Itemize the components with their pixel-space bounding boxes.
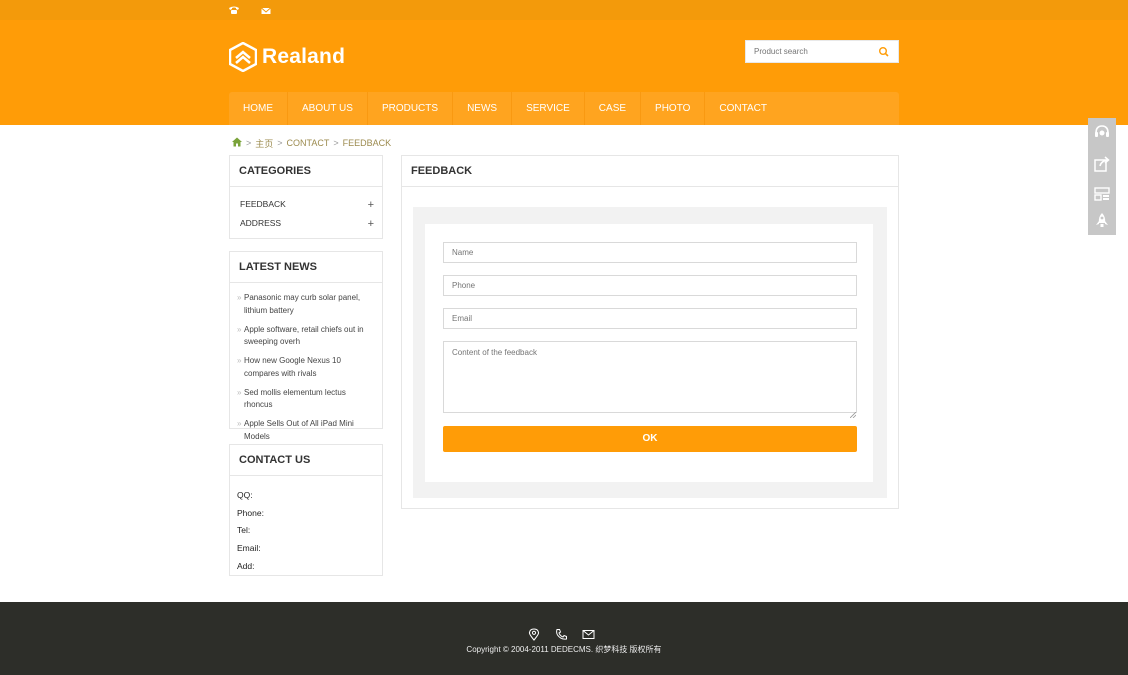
phone-input[interactable] [443, 275, 857, 296]
email-input[interactable] [443, 308, 857, 329]
latest-news-title: LATEST NEWS [230, 252, 382, 283]
contact-tel: Tel: [237, 525, 251, 536]
bullet-icon: » [237, 293, 242, 302]
news-item[interactable]: » How new Google Nexus 10 compares with r… [237, 355, 376, 380]
footer-icons [528, 628, 595, 641]
news-link[interactable]: Apple Sells Out of All iPad Mini Models [244, 419, 354, 441]
categories-title: CATEGORIES [230, 156, 382, 187]
submit-button[interactable]: OK [443, 426, 857, 452]
nav-item-case[interactable]: CASE [585, 92, 642, 125]
side-toolbar [1088, 118, 1116, 235]
search-icon[interactable] [878, 45, 892, 59]
breadcrumb: > 主页 > CONTACT > FEEDBACK [232, 137, 391, 149]
customer-service-icon[interactable] [1093, 123, 1111, 141]
search-box [745, 40, 899, 63]
breadcrumb-separator: > [246, 138, 252, 148]
categories-list: FEEDBACK + ADDRESS + [230, 187, 382, 234]
footer: Copyright © 2004-2011 DEDECMS. 织梦科技 版权所有 [0, 602, 1128, 675]
rocket-icon[interactable] [1093, 212, 1111, 230]
logo-text: Realand [262, 45, 346, 68]
nav-item-photo[interactable]: PHOTO [641, 92, 706, 125]
categories-box: CATEGORIES FEEDBACK + ADDRESS + [229, 155, 383, 239]
news-list: » Panasonic may curb solar panel, lithium… [230, 283, 382, 443]
qr-code-icon[interactable] [1093, 185, 1111, 203]
feedback-title: FEEDBACK [402, 156, 898, 187]
nav-item-service[interactable]: SERVICE [512, 92, 585, 125]
expand-plus-icon[interactable]: + [368, 217, 374, 231]
contact-list: QQ: Phone: Tel: Email: Add: [230, 476, 382, 576]
bullet-icon: » [237, 387, 242, 397]
mail-icon[interactable] [261, 3, 275, 17]
nav-item-home[interactable]: HOME [229, 92, 288, 125]
news-link[interactable]: Panasonic may curb solar panel, lithium … [244, 293, 360, 315]
content-textarea[interactable] [443, 341, 857, 413]
contact-us-box: CONTACT US QQ: Phone: Tel: Email: Add: [229, 444, 383, 576]
bullet-icon: » [237, 324, 242, 334]
breadcrumb-separator: > [333, 138, 339, 148]
news-item[interactable]: » Apple Sells Out of All iPad Mini Models [237, 418, 376, 443]
contact-us-title: CONTACT US [230, 445, 382, 476]
category-item-feedback[interactable]: FEEDBACK + [230, 196, 382, 215]
news-link[interactable]: Apple software, retail chiefs out in swe… [244, 325, 364, 347]
news-item[interactable]: » Panasonic may curb solar panel, lithium… [237, 292, 376, 317]
nav-item-products[interactable]: PRODUCTS [368, 92, 454, 125]
main-nav: HOME ABOUT US PRODUCTS NEWS SERVICE CASE… [229, 92, 899, 125]
home-icon[interactable] [232, 137, 242, 149]
news-link[interactable]: How new Google Nexus 10 compares with ri… [244, 356, 341, 378]
category-item-address[interactable]: ADDRESS + [230, 215, 382, 234]
name-input[interactable] [443, 242, 857, 263]
breadcrumb-home[interactable]: 主页 [255, 137, 273, 150]
share-icon[interactable] [1093, 155, 1111, 173]
category-label: ADDRESS [240, 218, 282, 228]
search-input[interactable] [746, 41, 874, 62]
contact-address: Add: [237, 560, 255, 571]
header: Realand HOME ABOUT US PRODUCTS NEWS SERV… [0, 20, 1128, 125]
contact-qq: QQ: [237, 490, 253, 500]
breadcrumb-feedback[interactable]: FEEDBACK [343, 138, 392, 148]
bullet-icon: » [237, 419, 242, 428]
feedback-form-wrapper: OK [413, 207, 887, 498]
contact-email: Email: [237, 543, 261, 554]
mail-icon[interactable] [582, 628, 595, 641]
phone-icon[interactable] [228, 3, 242, 17]
nav-item-about-us[interactable]: ABOUT US [288, 92, 368, 125]
copyright-text: Copyright © 2004-2011 DEDECMS. 织梦科技 版权所有 [466, 645, 662, 654]
nav-item-news[interactable]: NEWS [453, 92, 513, 125]
breadcrumb-separator: > [277, 138, 283, 148]
nav-item-contact[interactable]: CONTACT [705, 92, 781, 125]
location-icon[interactable] [528, 628, 541, 641]
top-bar [0, 0, 1128, 20]
news-link[interactable]: Sed mollis elementum lectus rhoncus [244, 388, 346, 410]
news-item[interactable]: » Sed mollis elementum lectus rhoncus [237, 387, 376, 412]
feedback-form: OK [425, 224, 873, 482]
news-item[interactable]: » Apple software, retail chiefs out in sw… [237, 324, 376, 349]
expand-plus-icon[interactable]: + [368, 198, 374, 212]
logo[interactable]: Realand [229, 42, 345, 72]
bullet-icon: » [237, 356, 242, 365]
category-label: FEEDBACK [240, 199, 286, 209]
latest-news-box: LATEST NEWS » Panasonic may curb solar pa… [229, 251, 383, 441]
logo-icon [229, 42, 257, 72]
breadcrumb-contact[interactable]: CONTACT [287, 138, 330, 148]
contact-phone: Phone: [237, 507, 264, 518]
phone-icon[interactable] [555, 628, 568, 641]
resize-grip-icon[interactable] [849, 405, 857, 419]
